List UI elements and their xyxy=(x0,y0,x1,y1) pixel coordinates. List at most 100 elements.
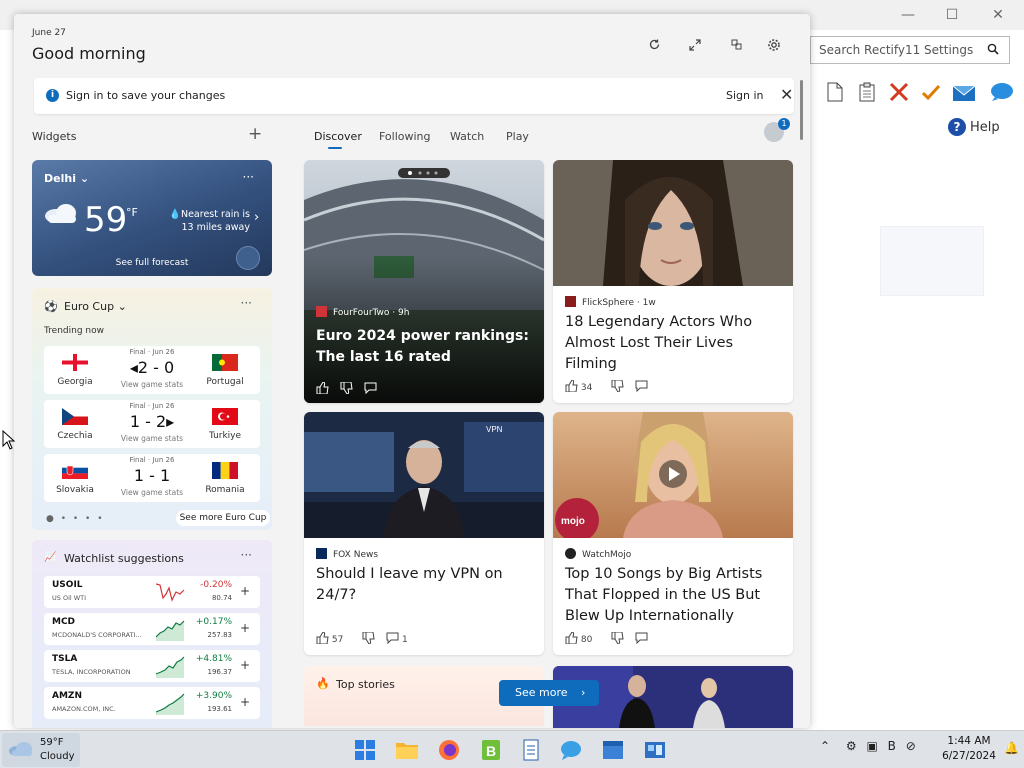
help-link[interactable]: ? Help xyxy=(948,118,1000,136)
chevron-right-icon[interactable]: › xyxy=(254,210,259,225)
weather-widget[interactable]: Delhi ⌄ ··· 59 °F 💧Nearest rain is 13 mi… xyxy=(32,160,272,276)
add-to-watchlist-button[interactable]: + xyxy=(240,658,250,672)
match-status: Final · Jun 26 xyxy=(129,456,175,464)
firefox-icon[interactable] xyxy=(436,737,462,763)
stock-price: 80.74 xyxy=(211,594,232,602)
refresh-icon[interactable] xyxy=(644,38,664,58)
view-game-stats-link[interactable]: View game stats xyxy=(106,434,198,443)
dislike-icon[interactable] xyxy=(362,632,375,645)
carousel-pager[interactable]: ● • • • • xyxy=(46,514,105,524)
tab-play[interactable]: Play xyxy=(506,130,529,143)
maximize-button[interactable]: ☐ xyxy=(942,6,962,24)
comment-icon[interactable] xyxy=(635,380,648,393)
dislike-icon[interactable] xyxy=(611,632,624,645)
stock-row[interactable]: MCD MCDONALD'S CORPORATI... +0.17% 257.8… xyxy=(44,613,260,645)
taskbar-weather-temp: 59°F xyxy=(40,737,64,748)
settings-search-box[interactable]: Search Rectify11 Settings xyxy=(810,36,1010,64)
app-b-icon[interactable]: B xyxy=(478,737,504,763)
news-card[interactable]: VPN FOX News Should I leave my VPN on 24… xyxy=(304,412,544,655)
tray-chevron-up-icon[interactable]: ⌃ xyxy=(820,739,830,753)
match-card[interactable]: Slovakia Final · Jun 26 1 - 1 View game … xyxy=(44,454,260,502)
stock-row[interactable]: AMZN AMAZON.COM, INC. +3.90% 193.61 + xyxy=(44,687,260,719)
like-button[interactable]: 34 xyxy=(565,380,600,393)
display-icon[interactable]: ▣ xyxy=(866,739,877,753)
stock-price: 257.83 xyxy=(207,631,233,639)
like-icon[interactable] xyxy=(316,382,329,395)
close-icon[interactable]: ✕ xyxy=(780,85,793,104)
close-button[interactable]: ✕ xyxy=(988,6,1008,24)
delete-x-icon[interactable] xyxy=(888,82,910,104)
more-options-icon[interactable]: ··· xyxy=(243,170,254,184)
search-icon[interactable] xyxy=(987,43,999,58)
taskbar-weather-button[interactable]: 59°F Cloudy xyxy=(2,733,80,767)
add-widget-button[interactable]: + xyxy=(248,124,262,144)
tab-watch[interactable]: Watch xyxy=(450,130,484,143)
tab-following[interactable]: Following xyxy=(379,130,431,143)
news-card[interactable]: FourFourTwo · 9h Euro 2024 power ranking… xyxy=(304,160,544,403)
view-game-stats-link[interactable]: View game stats xyxy=(106,488,198,497)
like-button[interactable]: 57 xyxy=(316,632,351,645)
taskbar-clock[interactable]: 1:44 AM 6/27/2024 xyxy=(940,734,998,764)
stock-row[interactable]: USOIL US Oil WTI -0.20% 80.74 + xyxy=(44,576,260,608)
see-more-button[interactable]: See more › xyxy=(499,680,599,706)
comment-button[interactable]: 1 xyxy=(386,632,416,645)
eurocup-title[interactable]: Euro Cup ⌄ xyxy=(64,300,127,313)
match-card[interactable]: Czechia Final · Jun 26 1 - 2▸ View game … xyxy=(44,400,260,448)
network-icon[interactable]: ⚙ xyxy=(846,739,857,753)
chat-bubble-icon[interactable] xyxy=(990,82,1013,104)
profile-avatar[interactable]: 1 xyxy=(764,118,790,142)
view-game-stats-link[interactable]: View game stats xyxy=(106,380,198,389)
more-options-icon[interactable]: ··· xyxy=(241,548,252,562)
news-card[interactable]: FlickSphere · 1w 18 Legendary Actors Who… xyxy=(553,160,793,403)
comment-icon[interactable] xyxy=(364,382,377,395)
clipboard-icon[interactable] xyxy=(856,82,878,104)
weather-city[interactable]: Delhi ⌄ xyxy=(44,172,89,185)
mail-icon[interactable] xyxy=(952,82,976,104)
settings-app-icon[interactable] xyxy=(600,737,626,763)
mouse-cursor-icon xyxy=(2,430,16,450)
panel-scrollbar[interactable] xyxy=(800,80,803,140)
volume-muted-icon[interactable]: ⊘ xyxy=(906,739,916,753)
add-to-watchlist-button[interactable]: + xyxy=(240,695,250,709)
panel-date: June 27 xyxy=(32,28,66,38)
news-source: WatchMojo xyxy=(565,548,631,560)
gear-icon[interactable] xyxy=(764,38,784,58)
checkmark-icon[interactable] xyxy=(920,82,942,104)
stock-row[interactable]: TSLA TESLA, INCORPORATION +4.81% 196.37 … xyxy=(44,650,260,682)
match-card[interactable]: Georgia Final · Jun 26 ◂2 - 0 View game … xyxy=(44,346,260,394)
new-document-icon[interactable] xyxy=(824,82,846,104)
start-button[interactable] xyxy=(352,737,378,763)
sparkline-icon xyxy=(156,656,185,678)
clock-time: 1:44 AM xyxy=(947,735,991,747)
file-explorer-icon[interactable] xyxy=(394,737,420,763)
stock-name: AMAZON.COM, INC. xyxy=(52,705,116,713)
control-panel-icon[interactable] xyxy=(642,737,668,763)
more-options-icon[interactable]: ··· xyxy=(241,296,252,310)
like-button[interactable]: 80 xyxy=(565,632,600,645)
news-headline[interactable]: 18 Legendary Actors Who Almost Lost Thei… xyxy=(565,312,785,375)
news-card[interactable]: mojo WatchMojo Top 10 Songs by Big Artis… xyxy=(553,412,793,655)
dislike-icon[interactable] xyxy=(611,380,624,393)
news-headline[interactable]: Top 10 Songs by Big Artists That Flopped… xyxy=(565,564,785,627)
match-status: Final · Jun 26 xyxy=(129,348,175,356)
stock-price: 193.61 xyxy=(207,705,233,713)
add-to-watchlist-button[interactable]: + xyxy=(240,621,250,635)
see-more-eurocup-button[interactable]: See more Euro Cup xyxy=(176,510,270,526)
tab-discover[interactable]: Discover xyxy=(314,130,362,143)
turkiye-flag-icon xyxy=(212,408,238,425)
comment-icon[interactable] xyxy=(635,632,648,645)
signin-link[interactable]: Sign in xyxy=(726,89,764,102)
news-headline[interactable]: Should I leave my VPN on 24/7? xyxy=(316,564,536,606)
pin-icon[interactable] xyxy=(726,38,746,58)
chat-app-icon[interactable] xyxy=(558,737,584,763)
add-to-watchlist-button[interactable]: + xyxy=(240,584,250,598)
app-tray-icon[interactable]: B xyxy=(888,739,896,753)
mojo-overlay-label: mojo xyxy=(561,516,585,527)
notepad-icon[interactable] xyxy=(518,737,544,763)
background-preview-box xyxy=(880,226,984,296)
dislike-icon[interactable] xyxy=(340,382,353,395)
expand-icon[interactable] xyxy=(685,38,705,58)
news-headline[interactable]: Euro 2024 power rankings: The last 16 ra… xyxy=(316,326,536,368)
minimize-button[interactable]: — xyxy=(898,6,918,24)
notification-bell-icon[interactable]: 🔔 xyxy=(1004,741,1019,755)
